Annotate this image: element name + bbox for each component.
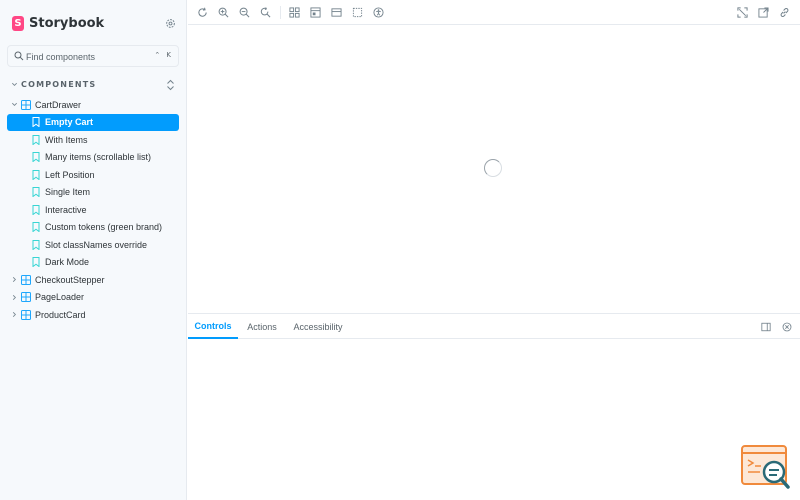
tab-actions[interactable]: Actions <box>240 314 284 339</box>
component-tree: CartDrawer Empty Cart With Items Many it… <box>7 96 179 324</box>
bookmark-icon <box>32 152 40 163</box>
tree-item-label: Dark Mode <box>45 257 90 268</box>
grid-icon <box>289 7 300 18</box>
viewport-icon <box>331 8 342 17</box>
tab-accessibility[interactable]: Accessibility <box>288 314 348 339</box>
background-icon <box>310 7 321 18</box>
zoom-in-button[interactable] <box>217 6 230 19</box>
fullscreen-button[interactable] <box>736 6 749 19</box>
chevron-right-icon <box>10 294 18 301</box>
tree-group-checkoutstepper[interactable]: CheckoutStepper <box>7 271 179 289</box>
search-icon <box>14 51 24 61</box>
reload-icon <box>198 7 207 17</box>
tree-item-label: Left Position <box>45 169 95 180</box>
chevron-right-icon <box>10 311 18 318</box>
background-button[interactable] <box>309 6 322 19</box>
outline-button[interactable] <box>351 6 364 19</box>
chevron-right-icon <box>10 276 18 283</box>
sidebar-right-icon <box>760 322 771 331</box>
loading-spinner-icon <box>484 159 502 177</box>
zoom-in-icon <box>218 7 229 18</box>
tree-item-label: Custom tokens (green brand) <box>45 222 163 233</box>
open-new-tab-icon <box>758 7 769 18</box>
copy-link-button[interactable] <box>778 6 791 19</box>
components-section-header[interactable]: COMPONENTS <box>10 78 177 91</box>
story-item-with-items[interactable]: With Items <box>7 131 179 149</box>
expand-collapse-icon[interactable] <box>166 78 175 96</box>
search-box[interactable]: ⌃ K <box>7 45 179 67</box>
tree-item-label: PageLoader <box>35 292 85 303</box>
outline-icon <box>352 7 363 18</box>
search-input[interactable] <box>26 49 146 64</box>
addons-panel: Controls Actions Accessibility <box>188 313 800 500</box>
tree-item-label: With Items <box>45 134 88 145</box>
section-title: COMPONENTS <box>21 79 97 89</box>
fullscreen-icon <box>737 7 748 18</box>
toolbar-separator <box>280 6 281 19</box>
story-item-dark-mode[interactable]: Dark Mode <box>7 254 179 272</box>
tree-group-cartdrawer[interactable]: CartDrawer <box>7 96 179 114</box>
bookmark-icon <box>32 239 40 250</box>
close-icon <box>782 322 791 331</box>
story-item-interactive[interactable]: Interactive <box>7 201 179 219</box>
brand-name: Storybook <box>29 15 105 31</box>
component-icon <box>21 309 31 320</box>
bookmark-icon <box>32 257 40 268</box>
story-item-many-items[interactable]: Many items (scrollable list) <box>7 149 179 167</box>
component-icon <box>21 274 31 285</box>
tab-controls[interactable]: Controls <box>188 314 238 339</box>
tree-item-label: Single Item <box>45 187 91 198</box>
tree-item-label: Empty Cart <box>45 117 94 128</box>
component-icon <box>21 292 31 303</box>
copy-link-icon <box>780 8 789 17</box>
chevron-down-icon <box>10 101 18 108</box>
toolbar <box>188 0 800 25</box>
search-code-logo-icon <box>741 445 790 489</box>
grid-button[interactable] <box>288 6 301 19</box>
story-item-empty-cart[interactable]: Empty Cart <box>7 113 179 131</box>
tree-item-label: Interactive <box>45 204 87 215</box>
tree-item-label: CartDrawer <box>35 99 82 110</box>
component-icon <box>21 99 31 110</box>
preview-canvas[interactable] <box>188 26 800 313</box>
accessibility-icon <box>373 7 384 18</box>
story-item-single-item[interactable]: Single Item <box>7 184 179 202</box>
zoom-out-button[interactable] <box>238 6 251 19</box>
brand[interactable]: S Storybook <box>12 14 104 32</box>
search-shortcut: ⌃ K <box>154 51 173 59</box>
gear-icon <box>165 18 175 28</box>
tree-group-productcard[interactable]: ProductCard <box>7 306 179 324</box>
story-item-custom-tokens[interactable]: Custom tokens (green brand) <box>7 219 179 237</box>
bookmark-icon <box>32 117 40 128</box>
zoom-reset-button[interactable] <box>259 6 272 19</box>
bookmark-icon <box>32 134 40 145</box>
addons-tabs: Controls Actions Accessibility <box>188 314 800 339</box>
tree-item-label: CheckoutStepper <box>35 274 105 285</box>
zoom-out-icon <box>239 7 250 18</box>
tree-group-pageloader[interactable]: PageLoader <box>7 289 179 307</box>
bookmark-icon <box>32 169 40 180</box>
panel-orientation-button[interactable] <box>759 320 772 333</box>
sidebar: S Storybook ⌃ K COMPONENTS CartDrawer Em… <box>0 0 187 500</box>
zoom-reset-icon <box>260 7 271 18</box>
viewport-button[interactable] <box>330 6 343 19</box>
bookmark-icon <box>32 222 40 233</box>
tree-item-label: Slot classNames override <box>45 239 148 250</box>
reload-button[interactable] <box>196 6 209 19</box>
open-new-tab-button[interactable] <box>757 6 770 19</box>
tree-item-label: ProductCard <box>35 309 86 320</box>
story-item-left-position[interactable]: Left Position <box>7 166 179 184</box>
bookmark-icon <box>32 204 40 215</box>
accessibility-button[interactable] <box>372 6 385 19</box>
bookmark-icon <box>32 187 40 198</box>
chevron-down-icon <box>10 80 18 88</box>
close-panel-button[interactable] <box>780 320 793 333</box>
storybook-logo-icon: S <box>12 15 24 31</box>
story-item-slot-classnames[interactable]: Slot classNames override <box>7 236 179 254</box>
settings-button[interactable] <box>163 16 177 30</box>
tree-item-label: Many items (scrollable list) <box>45 152 152 163</box>
